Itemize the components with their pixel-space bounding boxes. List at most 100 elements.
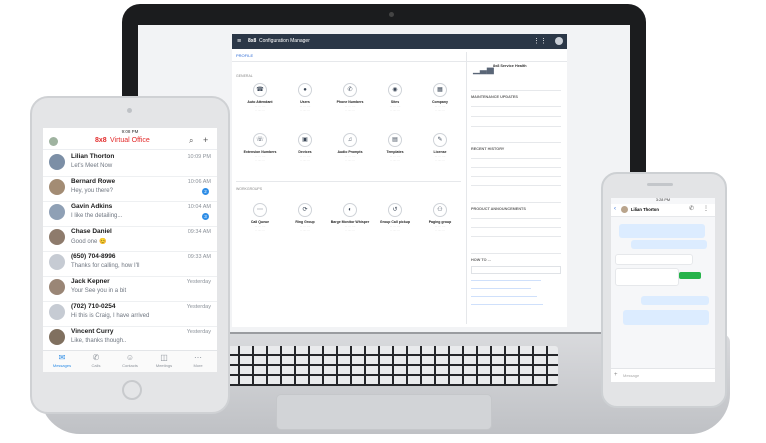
message-input[interactable]: Message <box>623 373 639 378</box>
pickup-icon: ↺ <box>388 203 402 217</box>
timestamp: 10:04 AM <box>187 204 211 210</box>
tile-description: ··· ··· ···· ·· ···· ··· <box>389 154 401 162</box>
nav-messages[interactable]: ✉ Messages <box>47 353 77 368</box>
tile-user[interactable]: ● Users ··· ··· ···· ·· ···· ··· <box>285 83 325 112</box>
health-bars-icon: ▁▃▅ <box>473 64 494 74</box>
tile-paging[interactable]: ⚇ Paging group ··· ··· ···· ·· ···· ··· <box>420 203 460 232</box>
text-line <box>471 218 561 219</box>
app-header: ≡ 8x8 Configuration Manager ⋮⋮ <box>232 34 567 49</box>
tile-description: ··· ··· ···· ·· ···· ··· <box>344 104 356 112</box>
tile-extension[interactable]: ☏ Extension Numbers ··· ··· ···· ·· ···· ··… <box>240 133 280 162</box>
tile-pickup[interactable]: ↺ Group Call pickup ··· ··· ···· ·· ···· ··… <box>375 203 415 232</box>
breadcrumb[interactable]: PROFILE <box>236 53 253 58</box>
nav-label: Contacts <box>122 363 138 368</box>
nav-icon: ✉ <box>58 353 66 362</box>
tile-globe[interactable]: ◉ Sites ··· ··· ···· ·· ···· ··· <box>375 83 415 112</box>
tile-building[interactable]: ▦ Company ··· ··· ···· ·· ···· ··· <box>420 83 460 112</box>
nav-calls[interactable]: ✆ Calls <box>81 353 111 368</box>
app-logo: 8x8 <box>248 38 257 44</box>
avatar <box>49 204 65 220</box>
text-line <box>471 185 561 186</box>
timestamp: 10:06 AM <box>187 179 211 185</box>
conversation-item[interactable]: Lilian Thorton Let's Meet Now 10:09 PM <box>43 150 217 177</box>
tile-monitor[interactable]: ◐ Barge Monitor Whisper ··· ··· ···· ·· ···… <box>330 203 370 232</box>
tile-description: ··· ··· ···· ·· ···· ··· <box>299 154 311 162</box>
tile-music[interactable]: ♫ Audio Prompts ··· ··· ···· ·· ···· ··· <box>330 133 370 162</box>
wrench-icon: ✎ <box>433 133 447 147</box>
howto-search-input[interactable] <box>471 266 561 274</box>
add-icon[interactable]: + <box>203 135 208 145</box>
phone-screen: 3:28 PM ‹ Lilian Thorton ✆ ⋮ + Message <box>611 198 715 382</box>
contact-name: Gavin Adkins <box>71 203 113 210</box>
apps-grid-icon[interactable]: ⋮⋮ <box>533 34 547 49</box>
conversation-item[interactable]: (702) 710-0254 Hi this is Craig, I have a… <box>43 300 217 327</box>
link-line[interactable] <box>471 280 541 281</box>
tile-template[interactable]: ▤ Templates ··· ··· ···· ·· ···· ··· <box>375 133 415 162</box>
status-time: 3:28 PM <box>655 198 671 202</box>
tablet-home-button[interactable] <box>122 380 142 400</box>
call-icon[interactable]: ✆ <box>689 205 694 212</box>
tile-description: ··· ··· ···· ·· ···· ··· <box>299 224 311 232</box>
text-line <box>471 126 561 127</box>
phone-speaker <box>647 183 673 186</box>
contact-name: Jack Kepner <box>71 278 110 285</box>
contact-name: (650) 704-8996 <box>71 253 116 260</box>
tile-description: ··· ··· ···· ·· ···· ··· <box>344 154 356 162</box>
message-bubble <box>623 310 709 325</box>
nav-icon: ☺ <box>125 353 135 362</box>
more-icon[interactable]: ⋮ <box>703 205 709 212</box>
extension-icon: ☏ <box>253 133 267 147</box>
menu-icon[interactable]: ≡ <box>237 34 241 49</box>
link-line[interactable] <box>471 296 537 297</box>
conversation-item[interactable]: Vincent Curry Like, thanks though.. Yester… <box>43 325 217 352</box>
tile-description: ··· ··· ···· ·· ···· ··· <box>389 104 401 112</box>
timestamp: 09:34 AM <box>187 229 211 235</box>
nav-meetings[interactable]: ◫ Meetings <box>149 353 179 368</box>
avatar <box>49 229 65 245</box>
nav-label: Messages <box>52 363 72 368</box>
divider <box>471 253 561 254</box>
health-title[interactable]: 8x8 Service Health <box>493 64 527 68</box>
conversation-item[interactable]: Jack Kepner Your See you in a bit Yesterda… <box>43 275 217 302</box>
message-bubble <box>631 240 707 249</box>
timestamp: 10:09 PM <box>187 154 211 160</box>
nav-contacts[interactable]: ☺ Contacts <box>115 353 145 368</box>
divider <box>471 142 561 143</box>
tile-wrench[interactable]: ✎ License ··· ··· ···· ·· ···· ··· <box>420 133 460 162</box>
tile-ring-group[interactable]: ⟳ Ring Group ··· ··· ···· ·· ···· ··· <box>285 203 325 232</box>
profile-avatar[interactable] <box>49 137 58 146</box>
link-line[interactable] <box>471 288 531 289</box>
tile-description: ··· ··· ···· ·· ···· ··· <box>434 154 446 162</box>
template-icon: ▤ <box>388 133 402 147</box>
tile-description: ··· ··· ···· ·· ···· ··· <box>254 224 266 232</box>
conversation-item[interactable]: Bernard Rowe Hey, you there? 10:06 AM 2 <box>43 175 217 202</box>
nav-more[interactable]: ⋯ More <box>183 353 213 368</box>
conversation-item[interactable]: Chase Daniel Good one 😊 09:34 AM <box>43 225 217 252</box>
app-title: Virtual Office <box>110 137 150 144</box>
link-line[interactable] <box>471 304 543 305</box>
tile-phone[interactable]: ✆ Phone Numbers ··· ··· ···· ·· ···· ··· <box>330 83 370 112</box>
conversation-item[interactable]: (650) 704-8996 Thanks for calling, how I'… <box>43 250 217 277</box>
tile-device[interactable]: ▣ Devices ··· ··· ···· ·· ···· ··· <box>285 133 325 162</box>
nav-label: Calls <box>91 363 101 368</box>
avatar[interactable] <box>555 37 563 45</box>
join-button[interactable] <box>679 272 701 279</box>
text-line <box>471 158 561 159</box>
tile-auto-attendant[interactable]: ☎ Auto Attendant ··· ··· ···· ·· ···· ··· <box>240 83 280 112</box>
user-icon: ● <box>298 83 312 97</box>
back-icon[interactable]: ‹ <box>614 206 616 212</box>
nav-icon: ⋯ <box>194 353 202 362</box>
conversation-item[interactable]: Gavin Adkins I like the detailing... 10:04… <box>43 200 217 227</box>
nav-icon: ✆ <box>92 353 100 362</box>
avatar <box>49 304 65 320</box>
tile-description: ··· ··· ···· ·· ···· ··· <box>389 224 401 232</box>
building-icon: ▦ <box>433 83 447 97</box>
tile-call-queue[interactable]: ⋯ Call Queue ··· ··· ···· ·· ···· ··· <box>240 203 280 232</box>
shared-file-card[interactable] <box>615 268 679 286</box>
camera-dot <box>389 12 394 17</box>
tile-description: ··· ··· ···· ·· ···· ··· <box>254 154 266 162</box>
brand-logo: 8x8 <box>95 137 107 144</box>
search-icon[interactable]: ⌕ <box>189 136 193 146</box>
add-icon[interactable]: + <box>614 372 618 378</box>
contact-name: Lilian Thorton <box>631 207 659 212</box>
